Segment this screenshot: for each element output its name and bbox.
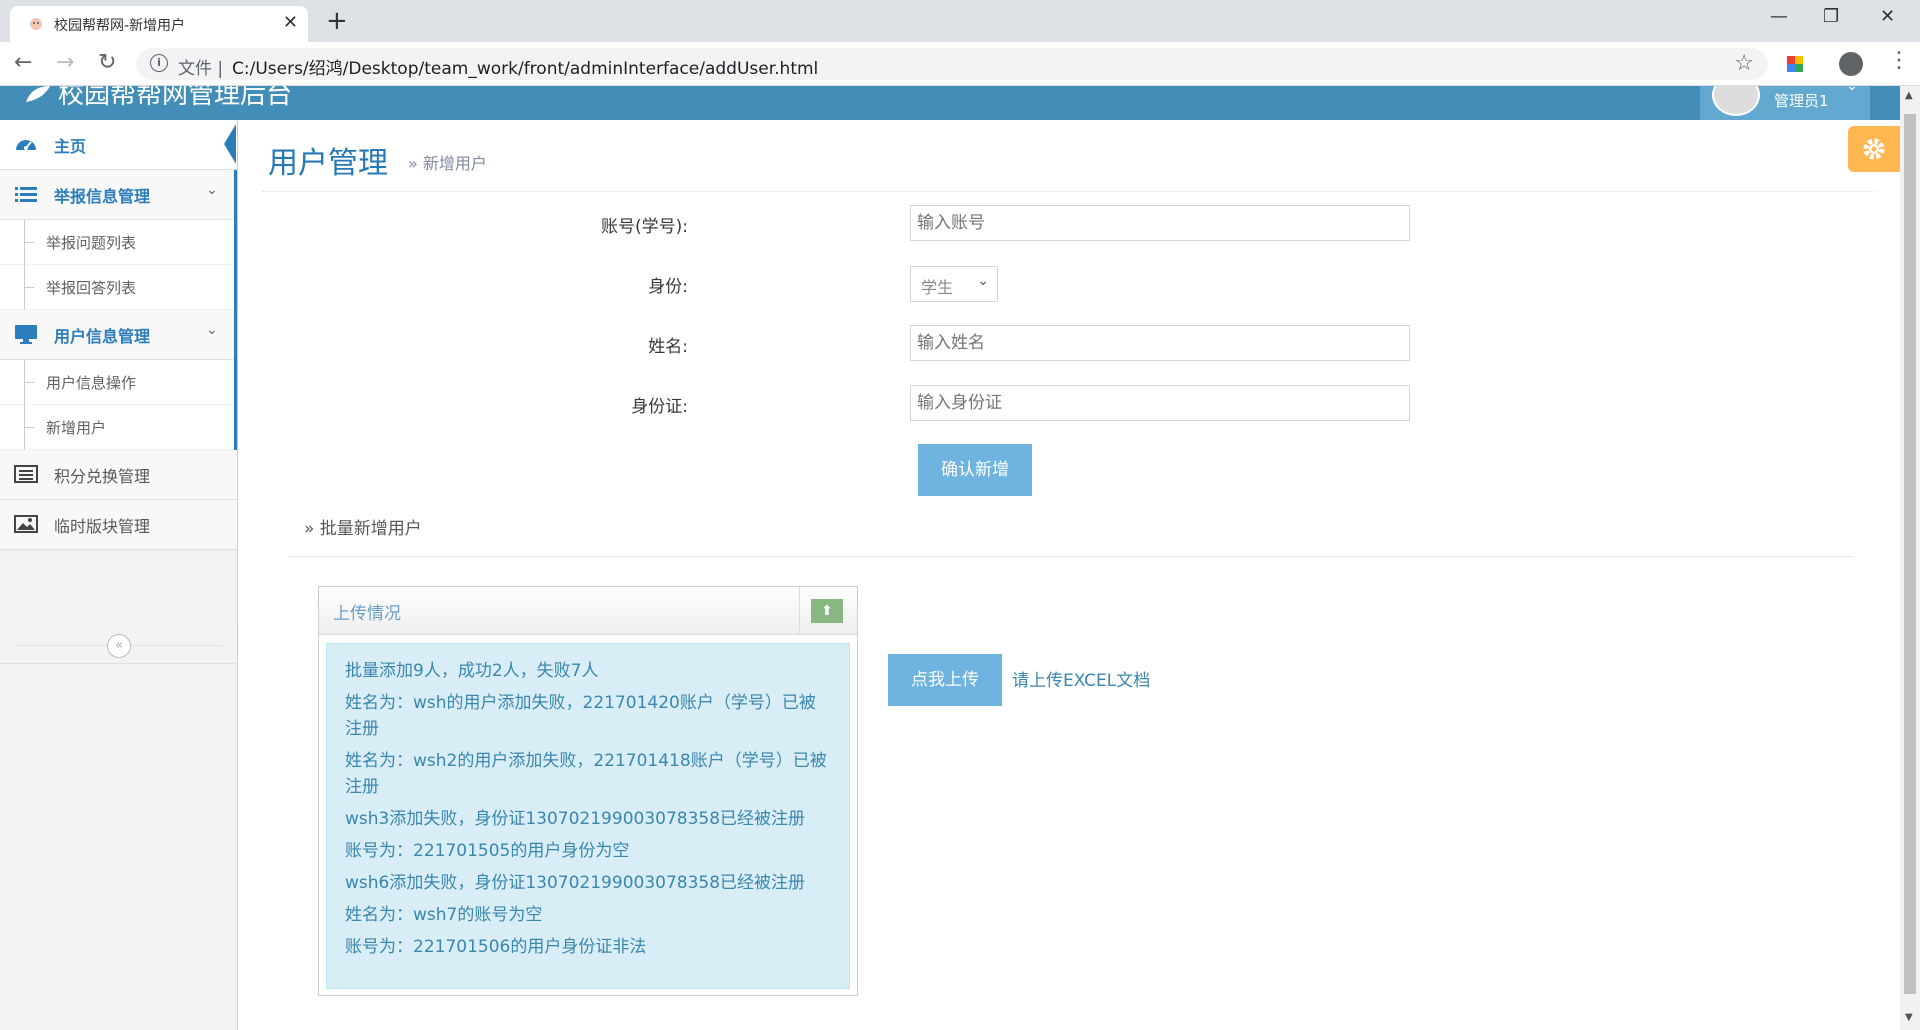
minimize-button[interactable]: — bbox=[1770, 6, 1788, 27]
reload-button[interactable]: ↻ bbox=[98, 50, 116, 75]
account-label: 账号(学号): bbox=[601, 217, 688, 237]
sidebar-item-home[interactable]: 主页 bbox=[0, 120, 237, 170]
browser-tabbar: 校园帮帮网-新增用户 ✕ + — ❐ ✕ bbox=[0, 0, 1920, 42]
sidebar-subitem-add-user[interactable]: 新增用户 bbox=[0, 405, 237, 450]
browser-menu-icon[interactable]: ⋮ bbox=[1888, 48, 1910, 73]
account-input[interactable] bbox=[910, 205, 1410, 241]
divider bbox=[799, 587, 800, 635]
confirm-add-button[interactable]: 确认新增 bbox=[918, 444, 1032, 496]
sidebar-item-label: 用户信息管理 bbox=[54, 327, 151, 346]
sidebar-item-label: 临时版块管理 bbox=[54, 517, 151, 536]
panel-title: 上传情况 bbox=[333, 604, 401, 624]
collapse-sidebar-icon[interactable]: « bbox=[107, 634, 131, 658]
sidebar-item-temp-mgmt[interactable]: 临时版块管理 bbox=[0, 500, 237, 550]
chevron-down-icon: ⌄ bbox=[1846, 86, 1858, 94]
sidebar-subitem-user-operations[interactable]: 用户信息操作 bbox=[0, 360, 237, 405]
restore-button[interactable]: ❐ bbox=[1823, 6, 1839, 27]
vertical-scrollbar[interactable]: ▲ ▼ bbox=[1900, 86, 1920, 1030]
identity-select[interactable]: 学生 ⌄ bbox=[910, 266, 998, 302]
desktop-icon bbox=[15, 325, 37, 344]
collapse-up-icon[interactable]: ⬆ bbox=[811, 599, 843, 623]
divider bbox=[288, 556, 1852, 557]
chevron-down-icon: ⌄ bbox=[206, 182, 218, 198]
identity-label: 身份: bbox=[648, 277, 688, 297]
list-alt-icon bbox=[14, 465, 38, 483]
upload-message: 姓名为：wsh7的账号为空 bbox=[345, 905, 543, 925]
url-text[interactable]: C:/Users/绍鸿/Desktop/team_work/front/admi… bbox=[232, 54, 818, 79]
leaf-icon bbox=[26, 86, 50, 102]
group-active-bar bbox=[234, 170, 237, 310]
upload-message: 姓名为：wsh的用户添加失败，221701420账户（学号）已被注册 bbox=[345, 693, 816, 739]
active-indicator bbox=[224, 124, 236, 164]
upload-message: 账号为：221701506的用户身份证非法 bbox=[345, 937, 647, 957]
upload-result-messages: 批量添加9人，成功2人，失败7人姓名为：wsh的用户添加失败，221701420… bbox=[326, 643, 850, 989]
panel-header: 上传情况 ⬆ bbox=[319, 587, 857, 635]
forward-button[interactable]: → bbox=[56, 50, 74, 75]
sidebar-item-report-mgmt[interactable]: 举报信息管理 ⌄ bbox=[0, 170, 237, 220]
app-header: 校园帮帮网管理后台 管理员1 ⌄ bbox=[0, 86, 1900, 120]
batch-add-link[interactable]: » 批量新增用户 bbox=[304, 514, 422, 539]
sidebar: 主页 举报信息管理 ⌄ 举报问题列表 举报回答列表 用户信息管理 ⌄ 用户信息操… bbox=[0, 120, 238, 1030]
name-label: 姓名: bbox=[648, 337, 688, 357]
file-scheme-label: 文件 | bbox=[178, 59, 224, 79]
sidebar-item-label: 举报信息管理 bbox=[54, 187, 151, 206]
sidebar-subitem-label: 举报问题列表 bbox=[46, 234, 137, 252]
back-button[interactable]: ← bbox=[14, 50, 32, 75]
id-card-label: 身份证: bbox=[631, 397, 688, 417]
group-active-bar bbox=[234, 310, 237, 450]
main-content: 用户管理 » 新增用户 账号(学号): 身份: 学生 ⌄ 姓名: 身份证: 确认… bbox=[238, 120, 1900, 1030]
sidebar-subitem-label: 举报回答列表 bbox=[46, 279, 137, 297]
sidebar-item-points-mgmt[interactable]: 积分兑换管理 bbox=[0, 450, 237, 500]
scrollbar-thumb[interactable] bbox=[1904, 114, 1916, 994]
picture-icon bbox=[14, 515, 38, 533]
page-header: 用户管理 » 新增用户 bbox=[262, 120, 1876, 192]
upload-message: 批量添加9人，成功2人，失败7人 bbox=[345, 661, 599, 681]
bookmark-star-icon[interactable]: ☆ bbox=[1734, 51, 1754, 76]
upload-status-panel: 上传情况 ⬆ 批量添加9人，成功2人，失败7人姓名为：wsh的用户添加失败，22… bbox=[318, 586, 858, 996]
sidebar-subitem-label: 用户信息操作 bbox=[46, 374, 137, 392]
dashboard-icon bbox=[16, 140, 36, 150]
settings-button[interactable] bbox=[1848, 126, 1900, 172]
browser-tab[interactable]: 校园帮帮网-新增用户 ✕ bbox=[10, 6, 308, 42]
window-close-button[interactable]: ✕ bbox=[1880, 6, 1895, 27]
page-viewport: 校园帮帮网管理后台 管理员1 ⌄ 主页 举报信息管理 ⌄ 举报问题列表 举报回答… bbox=[0, 86, 1900, 1030]
avatar bbox=[1712, 86, 1760, 116]
upload-button[interactable]: 点我上传 bbox=[888, 654, 1002, 706]
identity-selected-value: 学生 bbox=[921, 278, 954, 297]
id-card-input[interactable] bbox=[910, 385, 1410, 421]
user-menu[interactable]: 管理员1 ⌄ bbox=[1700, 86, 1870, 120]
brand-title: 校园帮帮网管理后台 bbox=[58, 86, 293, 110]
sidebar-item-user-mgmt[interactable]: 用户信息管理 ⌄ bbox=[0, 310, 237, 360]
upload-message: wsh3添加失败，身份证130702199003078358已经被注册 bbox=[345, 809, 806, 829]
user-name: 管理员1 bbox=[1774, 92, 1829, 110]
scroll-up-arrow-icon[interactable]: ▲ bbox=[1905, 90, 1913, 101]
gear-icon bbox=[1863, 138, 1885, 160]
sidebar-subitem-label: 新增用户 bbox=[46, 419, 107, 437]
tab-close-icon[interactable]: ✕ bbox=[283, 12, 298, 33]
upload-message: 账号为：221701505的用户身份为空 bbox=[345, 841, 630, 861]
new-tab-button[interactable]: + bbox=[326, 6, 348, 36]
upload-message: 姓名为：wsh2的用户添加失败，221701418账户（学号）已被注册 bbox=[345, 751, 827, 797]
name-input[interactable] bbox=[910, 325, 1410, 361]
sidebar-item-label: 主页 bbox=[54, 137, 87, 156]
breadcrumb: » 新增用户 bbox=[408, 154, 487, 173]
page-title: 用户管理 bbox=[268, 146, 388, 181]
browser-toolbar: ← → ↻ i 文件 | C:/Users/绍鸿/Desktop/team_wo… bbox=[0, 42, 1920, 86]
sidebar-subitem-report-answers[interactable]: 举报回答列表 bbox=[0, 265, 237, 310]
info-icon[interactable]: i bbox=[150, 54, 168, 72]
chevron-down-icon: ⌄ bbox=[977, 273, 989, 289]
list-icon bbox=[15, 187, 37, 202]
scroll-down-arrow-icon[interactable]: ▼ bbox=[1905, 1012, 1913, 1023]
upload-hint: 请上传EXCEL文档 bbox=[1012, 671, 1151, 691]
chevron-down-icon: ⌄ bbox=[206, 322, 218, 338]
address-bar[interactable]: i 文件 | C:/Users/绍鸿/Desktop/team_work/fro… bbox=[136, 48, 1768, 80]
sidebar-collapse-bar: « bbox=[0, 628, 237, 664]
site-favicon-icon bbox=[30, 18, 42, 30]
upload-message: wsh6添加失败，身份证130702199003078358已经被注册 bbox=[345, 873, 806, 893]
sidebar-item-label: 积分兑换管理 bbox=[54, 467, 151, 486]
sidebar-subitem-report-questions[interactable]: 举报问题列表 bbox=[0, 220, 237, 265]
tab-title: 校园帮帮网-新增用户 bbox=[54, 18, 186, 34]
extension-icon[interactable] bbox=[1785, 54, 1805, 74]
profile-icon[interactable] bbox=[1839, 52, 1863, 76]
